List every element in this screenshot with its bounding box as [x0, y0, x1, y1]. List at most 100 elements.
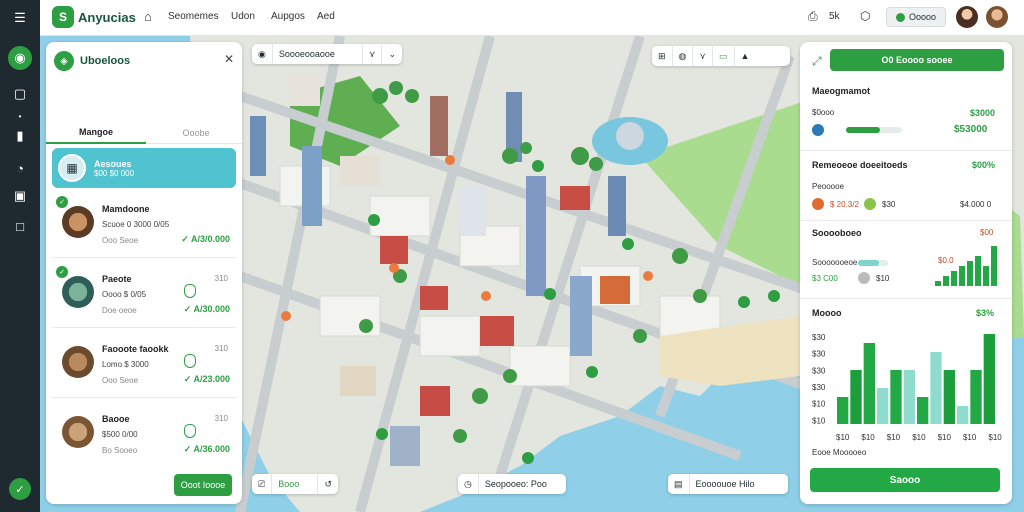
notification-count: 5k [829, 11, 840, 22]
grey-dot-icon [858, 272, 870, 284]
map-season-control[interactable]: ◷ Seopooeo: Poo [458, 474, 566, 494]
mini-chart-bar [975, 256, 981, 286]
item-price: ✓ A/23.000 [183, 374, 230, 384]
section-2-a: $ 20.3/2 [830, 200, 859, 209]
tab-inactive[interactable]: Ooobe [146, 122, 246, 144]
chevron-down-icon[interactable]: ⌄ [381, 44, 402, 64]
x-tick-label: $10 [887, 433, 901, 442]
bell-icon[interactable]: ⎙ [808, 9, 818, 24]
square-icon[interactable]: □ [8, 214, 32, 238]
chart-bar [917, 397, 929, 424]
mini-chart-bar [967, 261, 973, 286]
tools-icon[interactable]: ⤢ [812, 54, 822, 69]
nav-link-1[interactable]: Seomemes [168, 11, 219, 22]
panel-logo-icon: ◈ [54, 51, 74, 71]
panel-tabs: Mangoe Ooobe [46, 122, 242, 144]
item-price: ✓ A/30.000 [183, 304, 230, 314]
toggle-icon[interactable]: ▭ [712, 46, 734, 66]
section-1-sub-value: $53000 [954, 124, 988, 135]
y-tick-label: $30 [812, 366, 826, 375]
filter-icon[interactable]: ⋎ [361, 44, 382, 64]
item-number: 310 [214, 344, 228, 353]
map-icon[interactable]: ◉ [8, 46, 32, 70]
section-2-row-label: Peooooe [812, 182, 845, 191]
close-icon[interactable]: ✕ [224, 52, 234, 66]
item-number: 310 [214, 414, 228, 423]
chart-bar [930, 352, 942, 424]
globe-icon[interactable]: ◍ [671, 46, 693, 66]
item-sub: Lomo $ 3000 [102, 360, 149, 369]
bottom-action-button[interactable]: Saooo [810, 468, 1000, 492]
map-info-control[interactable]: ▤ Eoooouoe Hilo [668, 474, 788, 494]
home-icon[interactable]: ⌂ [144, 9, 152, 24]
bar-chart: $30 $30 $30 $30 $10 $10 $10 $10 $10 $10 $10 $10 $10 [812, 333, 1002, 442]
mini-chart-bar [935, 281, 941, 286]
section-3-a: $3 C00 [812, 274, 838, 283]
x-tick-label: $10 [938, 433, 952, 442]
mini-chart-bar [951, 271, 957, 286]
message-icon[interactable]: ▣ [8, 184, 32, 208]
view-label: Booo [271, 474, 317, 494]
chart-bar [903, 370, 915, 424]
map-toolbar: ⊞ ◍ ⋎ ▭ ▲ [652, 46, 790, 66]
list-item[interactable]: ✓ Mamdoone Scuoe 0 3000 0/05 Ooo Seoe ✓ … [52, 192, 236, 258]
divider [800, 298, 1012, 299]
item-name: Mamdoone [102, 204, 150, 214]
selected-property-card[interactable]: ▦ Aesoues $00 $0 000 [52, 148, 236, 188]
nav-link-2[interactable]: Udon [231, 11, 255, 22]
selected-title: Aesoues [94, 158, 132, 169]
section-title-3: Sooooboeo [812, 228, 862, 238]
rotate-icon[interactable]: ↺ [317, 474, 338, 494]
chart-value: $3% [976, 308, 995, 318]
map-search-bar[interactable]: ◉ Soooeooaooe ⋎ ⌄ [252, 44, 402, 64]
properties-panel: ◈ Uboeloos ✕ Mangoe Ooobe ▦ Aesoues $00 … [46, 42, 242, 504]
left-rail: ☰ ◉ ▢ • ▮ ◔ ▣ □ ✓ [0, 0, 40, 512]
y-tick-label: $30 [812, 383, 826, 392]
section-3-value: $00 [980, 228, 994, 237]
property-thumbnail [62, 346, 94, 378]
orange-dot-icon [812, 198, 824, 210]
chart-bar [850, 370, 862, 424]
building-icon: ▦ [58, 154, 86, 182]
stats-panel: ⤢ O0 Eoooo sooee Maeogmamot $0ooo $3000 … [800, 42, 1012, 504]
logo[interactable]: S Anyucias [52, 6, 136, 28]
profile-status-icon[interactable]: ✓ [9, 478, 31, 500]
logo-icon: S [52, 6, 74, 28]
property-thumbnail [62, 276, 94, 308]
x-tick-label: $10 [861, 433, 875, 442]
shield-icon [184, 424, 196, 438]
chat-icon[interactable]: ◔ [8, 156, 32, 180]
item-number: 310 [214, 274, 228, 283]
check-icon: ✓ [56, 196, 68, 208]
menu-icon[interactable]: ☰ [8, 6, 32, 30]
nav-link-4[interactable]: Aed [317, 11, 335, 22]
mini-chart-bar [959, 266, 965, 286]
list-item[interactable]: Faooote faookk Lomo $ 3000 Ooo Seoe 310 … [52, 332, 236, 398]
chart-icon[interactable]: ▮ [8, 124, 32, 148]
draw-icon[interactable]: ⋎ [692, 46, 712, 66]
nav-link-3[interactable]: Aupgos [271, 11, 305, 22]
x-tick-label: $10 [836, 433, 850, 442]
settings-icon[interactable]: ⬡ [860, 9, 870, 23]
status-pill-button[interactable]: Ooooo [886, 7, 946, 27]
item-meta: Bo Sooeo [102, 446, 138, 455]
chart-bar [983, 334, 995, 424]
panel-action-button[interactable]: Ooot Ioooe [174, 474, 232, 496]
layers-icon[interactable]: ⊞ [652, 46, 672, 66]
map-view-control[interactable]: ⎚ Booo ↺ [252, 474, 338, 494]
y-tick-label: $30 [812, 350, 826, 359]
tab-active[interactable]: Mangoe [46, 122, 146, 144]
chart-bar [970, 370, 982, 424]
map-search-input[interactable]: Soooeooaooe [271, 44, 362, 64]
avatar[interactable] [956, 6, 978, 28]
item-name: Faooote faookk [102, 344, 169, 354]
mini-chart-bar [991, 246, 997, 286]
avatar-secondary[interactable] [986, 6, 1008, 28]
section-title-2: Remeoeoe doeeitoeds [812, 160, 908, 170]
list-item[interactable]: ✓ Paeote Oooo $ 0/05 Doe oeoe 310 ✓ A/30… [52, 262, 236, 328]
mini-chart-bar [983, 266, 989, 286]
list-item[interactable]: Baooe $500 0/00 Bo Sooeo 310 ✓ A/36.000 [52, 402, 236, 468]
compass-icon[interactable]: ▲ [733, 46, 756, 66]
top-action-button[interactable]: O0 Eoooo sooee [830, 49, 1004, 71]
document-icon[interactable]: ▢ [8, 82, 32, 106]
